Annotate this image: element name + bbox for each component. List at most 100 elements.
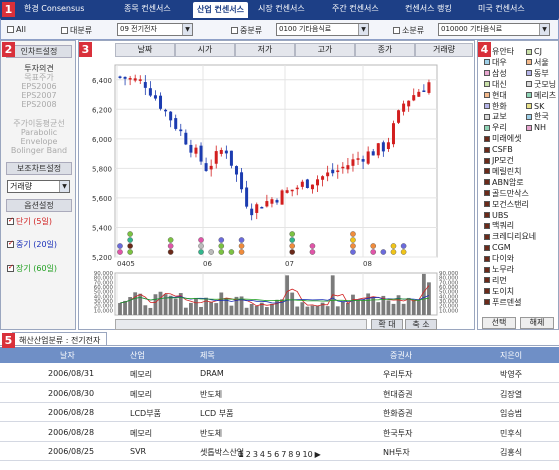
table-cell[interactable]: DRAM: [200, 369, 224, 378]
broker-item[interactable]: 리먼: [484, 276, 507, 286]
major-checkbox[interactable]: [61, 27, 68, 34]
broker-item[interactable]: 동부: [526, 69, 549, 79]
broker-item[interactable]: 굿모닝: [526, 80, 556, 90]
table-cell[interactable]: LCD 부품: [200, 408, 233, 419]
section-badge-5: 5: [2, 333, 15, 348]
setting-eps2008[interactable]: EPS2008: [1, 100, 77, 109]
tab-industry-classification[interactable]: 해산산업분류 : 전기전자: [12, 332, 108, 346]
page-link[interactable]: 8: [288, 450, 293, 459]
column-header[interactable]: 날자: [60, 350, 75, 361]
next-page-icon[interactable]: ▶: [315, 450, 321, 459]
broker-item[interactable]: 한화: [484, 102, 507, 112]
option-long-term[interactable]: 장기 (60일): [7, 263, 57, 274]
column-header[interactable]: 지은이: [500, 350, 522, 361]
setting-eps2007[interactable]: EPS2007: [1, 91, 77, 100]
page-link[interactable]: 9: [295, 450, 300, 459]
tab-us-consensus[interactable]: 미국 컨센서스: [478, 3, 525, 14]
volume-bar: [219, 292, 224, 315]
broker-item[interactable]: 모건스탠리: [484, 200, 529, 210]
broker-item[interactable]: CSFB: [484, 145, 513, 155]
broker-item[interactable]: 서울: [526, 58, 549, 68]
broker-item[interactable]: CJ: [526, 47, 542, 57]
column-header[interactable]: 증권사: [390, 350, 412, 361]
broker-item[interactable]: 삼성: [484, 69, 507, 79]
page-link[interactable]: 5: [267, 450, 272, 459]
broker-item[interactable]: 한국: [526, 112, 549, 122]
tab-consensus-ranking[interactable]: 컨센서스 랭킹: [405, 3, 452, 14]
page-link[interactable]: 2: [246, 450, 251, 459]
column-header[interactable]: 제목: [200, 350, 215, 361]
broker-item[interactable]: 메릴린치: [484, 167, 521, 177]
broker-item[interactable]: 푸르덴셜: [484, 298, 521, 308]
zoom-in-button[interactable]: 확 대: [371, 319, 403, 330]
checkbox-checked-icon[interactable]: [7, 239, 14, 248]
broker-item[interactable]: 메리츠: [526, 91, 556, 101]
mid-checkbox[interactable]: [231, 27, 238, 34]
table-cell: 2006/08/28: [48, 408, 95, 417]
checkbox-checked-icon[interactable]: [7, 263, 14, 272]
broker-item[interactable]: 맥쿼리: [484, 221, 514, 231]
chart-scrollbar[interactable]: [115, 319, 367, 330]
broker-item[interactable]: UBS: [484, 211, 508, 221]
setting-parabolic[interactable]: Parabolic: [1, 128, 77, 137]
mid-category-select[interactable]: 0100 기타음식료 ▼: [276, 23, 369, 36]
page-link[interactable]: 6: [274, 450, 279, 459]
setting-target-price[interactable]: 목표주가: [1, 73, 77, 82]
broker-item[interactable]: 대신: [484, 80, 507, 90]
broker-item[interactable]: 현대: [484, 91, 507, 101]
tab-hankyung-consensus[interactable]: 한경 Consensus: [24, 3, 84, 14]
broker-item[interactable]: SK: [526, 102, 544, 112]
all-checkbox[interactable]: [7, 26, 14, 33]
broker-item[interactable]: 노무라: [484, 265, 514, 275]
page-link[interactable]: 10: [302, 450, 312, 459]
minor-category-select[interactable]: 010000 기타음식료 ▼: [438, 23, 550, 36]
broker-item[interactable]: JP모건: [484, 156, 514, 166]
setting-investment-opinion[interactable]: 투자의견: [1, 64, 77, 73]
broker-item[interactable]: CGM: [484, 243, 511, 253]
zoom-out-button[interactable]: 축 소: [405, 319, 437, 330]
option-mid-term[interactable]: 중기 (20일): [7, 239, 57, 250]
select-all-button[interactable]: 선택: [482, 317, 516, 329]
table-cell[interactable]: 반도체: [200, 389, 222, 400]
broker-color-icon: [526, 81, 532, 88]
tab-industry-consensus[interactable]: 산업 컨센서스: [193, 2, 248, 18]
minor-checkbox[interactable]: [393, 27, 400, 34]
table-cell[interactable]: 반도체: [200, 428, 222, 439]
all-filter[interactable]: All: [7, 25, 26, 34]
setting-moving-average[interactable]: 주가이동평균선: [1, 119, 77, 128]
broker-item[interactable]: 미래에셋: [484, 134, 521, 144]
table-row[interactable]: 2006/08/28 메모리 반도체 한국투자 민후식: [0, 423, 559, 442]
tab-weekly-consensus[interactable]: 주간 컨센서스: [332, 3, 379, 14]
top-nav: 한경 Consensus 종목 컨센서스 산업 컨센서스 시장 컨센서스 주간 …: [0, 0, 559, 18]
broker-item[interactable]: 다이와: [484, 254, 514, 264]
broker-item[interactable]: 우리: [484, 123, 507, 133]
table-row[interactable]: 2006/08/31 메모리 DRAM 우리투자 박영주: [0, 364, 559, 383]
price-volume-chart[interactable]: 6,400 6,200 6,000 5,800 5,600 5,400 5,200 0405…: [79, 57, 474, 329]
page-link[interactable]: 7: [281, 450, 286, 459]
table-row[interactable]: 2006/08/30 메모리 반도체 현대증권 김장열: [0, 384, 559, 403]
page-link[interactable]: 4: [260, 450, 265, 459]
broker-item[interactable]: 도이치: [484, 287, 514, 297]
clear-all-button[interactable]: 해제: [520, 317, 554, 329]
table-row[interactable]: 2006/08/28 LCD부품 LCD 부품 한화증권 임승범: [0, 403, 559, 422]
aux-chart-select[interactable]: 거래량 ▼: [7, 180, 70, 193]
tab-stock-consensus[interactable]: 종목 컨센서스: [124, 3, 171, 14]
broker-item[interactable]: 골드만삭스: [484, 189, 529, 199]
setting-bollinger-band[interactable]: Bolinger Band: [1, 146, 77, 155]
option-short-term[interactable]: 단기 (5일): [7, 216, 52, 227]
broker-item[interactable]: 교보: [484, 112, 507, 122]
page-link[interactable]: 1: [238, 450, 244, 459]
column-header[interactable]: 산업: [130, 350, 145, 361]
broker-item[interactable]: ABN암로: [484, 178, 524, 188]
setting-eps2006[interactable]: EPS2006: [1, 82, 77, 91]
in-chart-settings-header: 인차트설정: [6, 45, 72, 58]
checkbox-checked-icon[interactable]: [7, 216, 14, 225]
page-link[interactable]: 3: [253, 450, 258, 459]
section-badge-3: 3: [79, 42, 92, 57]
tab-market-consensus[interactable]: 시장 컨센서스: [258, 3, 305, 14]
major-category-select[interactable]: 09 전기전자 ▼: [117, 23, 193, 36]
broker-item[interactable]: 크레디리요네: [484, 232, 536, 242]
setting-envelope[interactable]: Envelope: [1, 137, 77, 146]
broker-item[interactable]: NH: [526, 123, 546, 133]
broker-item[interactable]: 대우: [484, 58, 507, 68]
